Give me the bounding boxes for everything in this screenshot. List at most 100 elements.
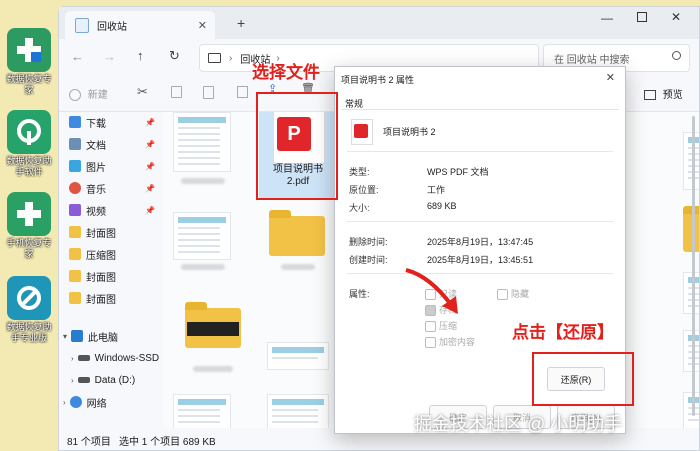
forward-icon[interactable]: → (103, 49, 116, 64)
drive-icon (77, 377, 90, 383)
paste-icon[interactable] (203, 86, 214, 99)
close-window-icon[interactable]: ✕ (671, 10, 681, 24)
folder-icon (69, 226, 81, 238)
file-thumbnail[interactable] (267, 342, 329, 370)
folder-icon (69, 292, 81, 304)
desktop-icon-recovery-assistant[interactable]: 数据恢复助手软件 (3, 110, 55, 178)
hidden-checkbox: 隐藏 (497, 287, 530, 301)
file-thumbnail[interactable] (683, 392, 699, 430)
encrypt-checkbox: 加密内容 (425, 335, 475, 349)
download-icon (69, 116, 81, 128)
field-label: 原位置: (349, 185, 379, 195)
recovery-expert-icon (7, 28, 51, 72)
desktop-icon-recovery-pro[interactable]: 数据恢复助手专业版 (3, 276, 55, 344)
file-thumbnail[interactable] (683, 272, 699, 314)
sidebar-item-label: 文档 (86, 140, 106, 152)
watermark: 掘金技术社区 @ 小明助手 (414, 414, 623, 434)
plus-circle-icon (69, 89, 81, 102)
rename-icon[interactable] (237, 86, 248, 98)
chevron-right-icon: › (63, 397, 66, 407)
sidebar-item-music[interactable]: 音乐 📌 (69, 178, 155, 198)
file-thumbnail[interactable] (683, 132, 699, 190)
sidebar-item-label: 封面图 (86, 294, 116, 306)
folder-item[interactable] (683, 206, 699, 252)
sidebar-item-folder[interactable]: 封面图 (69, 266, 116, 286)
arrow-annotation-icon (405, 268, 458, 314)
file-thumbnail[interactable] (173, 394, 231, 430)
restore-highlight-box (532, 352, 634, 406)
sidebar-item-drive-d[interactable]: › Data (D:) (71, 370, 135, 390)
field-value: 工作 (427, 185, 446, 195)
filename-field[interactable]: 项目说明书 2 (383, 125, 436, 138)
folder-icon (69, 248, 81, 260)
sidebar-item-label: 下载 (86, 118, 106, 130)
blurred-filename (181, 178, 225, 184)
copy-icon[interactable] (171, 86, 182, 98)
new-button[interactable]: 新建 (69, 86, 108, 102)
sidebar-item-documents[interactable]: 文档 📌 (69, 134, 155, 154)
folder-item[interactable] (185, 302, 241, 348)
sidebar-item-folder[interactable]: 封面图 (69, 288, 116, 308)
scrollbar[interactable] (692, 116, 695, 416)
sidebar-item-this-pc[interactable]: ▾ 此电脑 (63, 326, 118, 346)
sidebar-item-label: 压缩图 (86, 250, 116, 262)
field-value: WPS PDF 文档 (427, 167, 489, 177)
sidebar-item-label: Data (D:) (94, 374, 136, 386)
sidebar-item-network[interactable]: › 网络 (63, 392, 107, 412)
sidebar-item-folder[interactable]: 压缩图 (69, 244, 116, 264)
dialog-title: 项目说明书 2 属性 (341, 75, 415, 85)
sidebar-item-pictures[interactable]: 图片 📌 (69, 156, 155, 176)
maximize-icon[interactable] (637, 12, 647, 22)
close-tab-icon[interactable]: ✕ (198, 19, 207, 32)
cut-icon[interactable]: ✂ (137, 84, 148, 100)
search-input[interactable]: 在 回收站 中搜索 (554, 51, 630, 66)
sidebar-item-drive-c[interactable]: › Windows-SSD (71, 348, 159, 368)
tab-recycle-bin[interactable]: 回收站 ✕ (65, 11, 215, 39)
preview-label: 预览 (662, 90, 683, 101)
file-thumbnail[interactable] (173, 112, 231, 172)
music-icon (69, 182, 81, 194)
field-label: 删除时间: (349, 237, 388, 247)
sidebar-item-label: 封面图 (86, 272, 116, 284)
hidden-label: 隐藏 (511, 289, 530, 299)
preview-button[interactable]: 预览 (644, 86, 683, 101)
sidebar-item-label: 网络 (86, 398, 107, 410)
computer-icon (71, 330, 84, 342)
field-label: 大小: (349, 203, 370, 213)
drive-icon (77, 355, 90, 361)
picture-icon (69, 160, 81, 172)
file-thumbnail[interactable] (683, 330, 699, 372)
new-tab-icon[interactable]: + (237, 15, 245, 31)
sidebar-item-folder[interactable]: 封面图 (69, 222, 116, 242)
dialog-close-icon[interactable]: ✕ (606, 71, 615, 84)
folder-icon (69, 270, 81, 282)
file-thumbnail[interactable] (173, 212, 231, 260)
new-label: 新建 (87, 90, 108, 101)
field-label: 类型: (349, 167, 370, 177)
network-icon (69, 396, 82, 408)
folder-item[interactable] (269, 210, 325, 256)
sidebar-item-label: 音乐 (86, 184, 106, 196)
separator (347, 151, 613, 152)
chevron-right-icon: › (71, 375, 74, 385)
recovery-assistant-icon (7, 110, 51, 154)
minimize-icon[interactable]: — (601, 11, 613, 25)
pin-icon: 📌 (145, 161, 155, 171)
tab-panel-border (341, 109, 619, 110)
pin-icon: 📌 (145, 183, 155, 193)
desktop-icon-recovery-expert[interactable]: 数据恢复专家 (3, 28, 55, 96)
up-icon[interactable]: ↑ (137, 48, 144, 63)
pin-icon: 📌 (145, 117, 155, 127)
chevron-right-icon: › (229, 52, 233, 64)
chevron-right-icon: › (71, 353, 74, 363)
sidebar-item-videos[interactable]: 视频 📌 (69, 200, 155, 220)
file-thumbnail[interactable] (267, 394, 329, 430)
sidebar-item-downloads[interactable]: 下载 📌 (69, 112, 155, 132)
video-icon (69, 204, 81, 216)
refresh-icon[interactable]: ↻ (169, 48, 180, 64)
annotation-click-restore: 点击【还原】 (512, 323, 614, 342)
blurred-filename (181, 264, 225, 270)
field-value: 2025年8月19日，13:47:45 (427, 237, 534, 247)
desktop-icon-phone-recovery[interactable]: 手机恢复专家 (3, 192, 55, 260)
back-icon[interactable]: ← (71, 49, 84, 64)
